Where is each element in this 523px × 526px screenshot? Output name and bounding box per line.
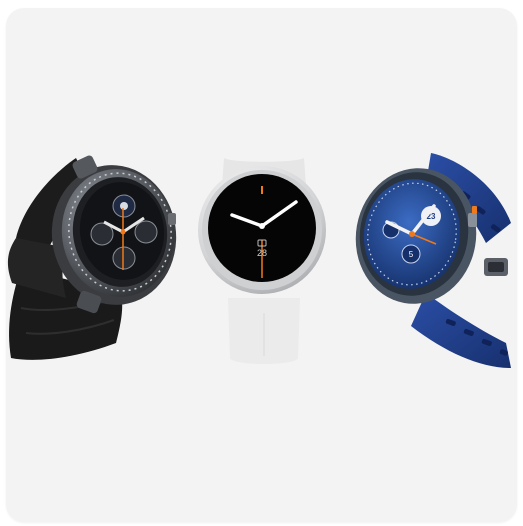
sport-watch: 23 5 [355,153,511,368]
product-image-card: 28 23 5 [6,8,517,522]
subdial-number: 5 [409,250,414,259]
dial-date-text: 28 [257,248,267,258]
minimal-watch: 28 [198,158,326,364]
smartwatch-lineup-illustration: 28 23 5 [7,153,511,368]
classic-watch [7,155,177,360]
